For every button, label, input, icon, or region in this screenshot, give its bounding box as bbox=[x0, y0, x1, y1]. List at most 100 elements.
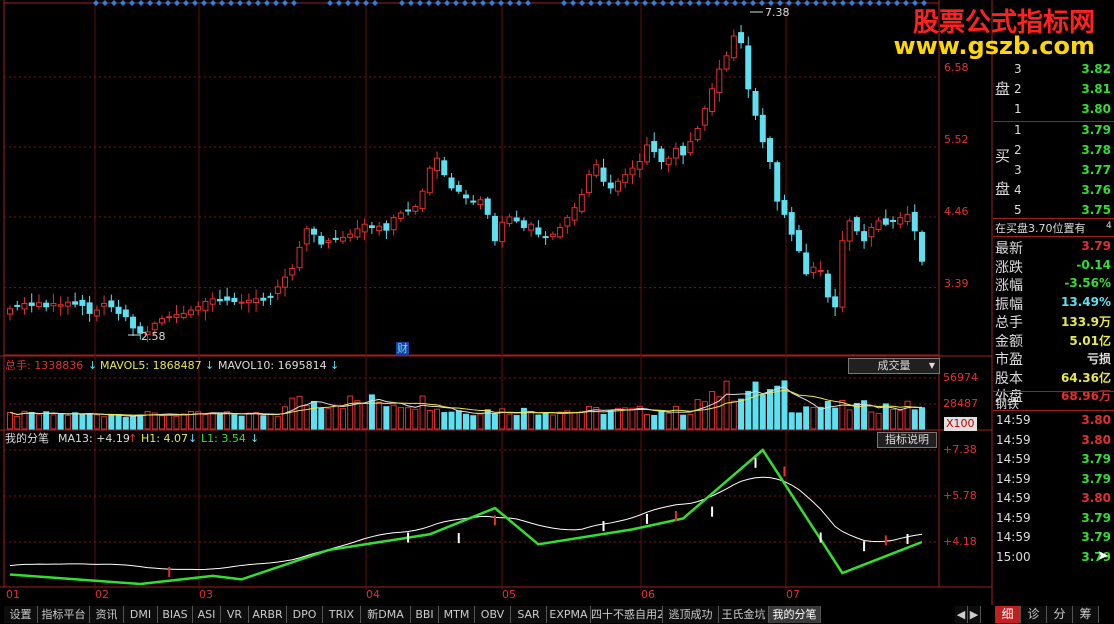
event-marker-icon bbox=[237, 0, 243, 6]
volume-bar bbox=[586, 405, 593, 430]
tab-7[interactable]: VR bbox=[221, 606, 249, 623]
event-marker-icon bbox=[228, 0, 234, 6]
quote-label: 金额 bbox=[995, 333, 1023, 350]
event-marker-icon bbox=[489, 0, 495, 6]
up-arrow-icon: ↑ bbox=[128, 432, 138, 445]
buy-level-price: 3.78 bbox=[1081, 143, 1111, 157]
candle-body bbox=[455, 184, 462, 192]
tick-price: 3.79 bbox=[1081, 530, 1111, 544]
tick-price: 3.80 bbox=[1081, 413, 1111, 427]
candle-body bbox=[520, 220, 527, 229]
tab-19[interactable]: 王氏金坑 bbox=[719, 606, 769, 623]
event-marker-icon bbox=[597, 0, 603, 6]
event-marker-icon bbox=[165, 0, 171, 6]
event-marker-icon bbox=[246, 0, 252, 6]
divider bbox=[993, 121, 1114, 122]
tab-20[interactable]: 我的分笔 bbox=[769, 606, 821, 623]
event-marker-icon bbox=[426, 0, 432, 6]
tick-time: 15:00 bbox=[996, 549, 1031, 564]
buy-level-price: 3.79 bbox=[1081, 123, 1111, 137]
tab-4[interactable]: DMI bbox=[124, 606, 158, 623]
tab-15[interactable]: SAR bbox=[511, 606, 547, 623]
event-marker-icon bbox=[732, 0, 738, 6]
event-marker-icon bbox=[642, 0, 648, 6]
quote-label: 涨跌 bbox=[995, 259, 1023, 276]
tab-13[interactable]: MTM bbox=[439, 606, 475, 623]
tab-14[interactable]: OBV bbox=[475, 606, 511, 623]
tab-6[interactable]: ASI bbox=[193, 606, 221, 623]
volume-bar bbox=[824, 400, 831, 430]
volume-bar bbox=[723, 380, 730, 430]
volume-bar bbox=[376, 401, 383, 430]
volume-bar bbox=[72, 412, 79, 430]
vol-indicator-dropdown[interactable]: 成交量 ▼ bbox=[848, 358, 940, 374]
indicator-help-button[interactable]: 指标说明 bbox=[877, 432, 937, 448]
tab-10[interactable]: TRIX bbox=[323, 606, 361, 623]
volume-bar bbox=[911, 409, 918, 430]
scroll-left-icon[interactable]: ◀ bbox=[955, 606, 968, 623]
stock-chart-window: 股票公式指标网 www.gszb.com 6.58 5.52 4.46 3.39… bbox=[0, 0, 1114, 624]
price-panel-frame bbox=[3, 2, 940, 356]
tab-12[interactable]: BBI bbox=[411, 606, 439, 623]
tab-1[interactable]: 设置 bbox=[4, 606, 38, 623]
candle-body bbox=[701, 108, 708, 126]
event-marker-icon bbox=[705, 0, 711, 6]
volume-bar bbox=[361, 402, 368, 430]
candle-body bbox=[303, 228, 310, 245]
candle-body bbox=[477, 199, 484, 205]
tab-8[interactable]: ARBR bbox=[249, 606, 287, 623]
tab-17[interactable]: 四十不惑自用2 bbox=[591, 606, 663, 623]
down-arrow-icon: ↓ bbox=[188, 432, 198, 445]
candle-body bbox=[506, 216, 513, 225]
event-marker-icon bbox=[255, 0, 261, 6]
event-marker-icon bbox=[867, 0, 873, 6]
volume-bar bbox=[665, 412, 672, 430]
volume-bar bbox=[882, 403, 889, 430]
volume-bar bbox=[832, 407, 839, 430]
event-marker-icon bbox=[570, 0, 576, 6]
tab-16[interactable]: EXPMA bbox=[547, 606, 591, 623]
candle-body bbox=[752, 90, 759, 116]
right-tab-1[interactable]: 细 bbox=[995, 606, 1021, 623]
candle-body bbox=[557, 227, 564, 238]
event-marker-icon bbox=[417, 0, 423, 6]
candle-body bbox=[658, 148, 665, 162]
volume-bar bbox=[419, 395, 426, 430]
tick-price: 3.79 bbox=[1081, 452, 1111, 466]
vol-mavol10: MAVOL10: 1695814 bbox=[218, 359, 327, 372]
tab-11[interactable]: 新DMA bbox=[361, 606, 411, 623]
volume-bar bbox=[282, 406, 289, 430]
price-axis-label: 4.46 bbox=[944, 205, 969, 218]
candle-body bbox=[586, 174, 593, 194]
tab-18[interactable]: 逃顶成功 bbox=[663, 606, 719, 623]
event-marker-icon bbox=[750, 0, 756, 6]
event-marker-icon bbox=[147, 0, 153, 6]
volume-bar bbox=[28, 411, 35, 430]
right-tab-3[interactable]: 分 bbox=[1047, 606, 1073, 623]
candle-body bbox=[832, 296, 839, 308]
candle-body bbox=[195, 306, 202, 311]
event-marker-icon bbox=[525, 0, 531, 6]
candle-body bbox=[600, 167, 607, 182]
right-tab-4[interactable]: 筹 bbox=[1073, 606, 1099, 623]
candle-body bbox=[774, 162, 781, 202]
buy-level-price: 3.76 bbox=[1081, 183, 1111, 197]
right-tab-2[interactable]: 诊 bbox=[1021, 606, 1047, 623]
tab-5[interactable]: BIAS bbox=[158, 606, 193, 623]
buy-level-price: 3.77 bbox=[1081, 163, 1111, 177]
mouse-cursor-icon: ➤ bbox=[1097, 548, 1109, 564]
event-marker-icon bbox=[579, 0, 585, 6]
tab-3[interactable]: 资讯 bbox=[90, 606, 124, 623]
tab-9[interactable]: DPO bbox=[287, 606, 323, 623]
volume-bar bbox=[463, 413, 469, 430]
volume-bar bbox=[267, 413, 274, 430]
chart-canvas[interactable] bbox=[0, 0, 1114, 624]
event-marker-icon bbox=[714, 0, 720, 6]
tick-price: 3.79 bbox=[1081, 510, 1111, 525]
quote-label: 总手 bbox=[995, 315, 1023, 331]
candle-body bbox=[890, 219, 897, 222]
tab-2[interactable]: 指标平台 bbox=[38, 606, 90, 623]
event-marker-icon bbox=[651, 0, 657, 6]
volume-bar bbox=[759, 394, 766, 430]
scroll-right-icon[interactable]: ▶ bbox=[968, 606, 981, 623]
